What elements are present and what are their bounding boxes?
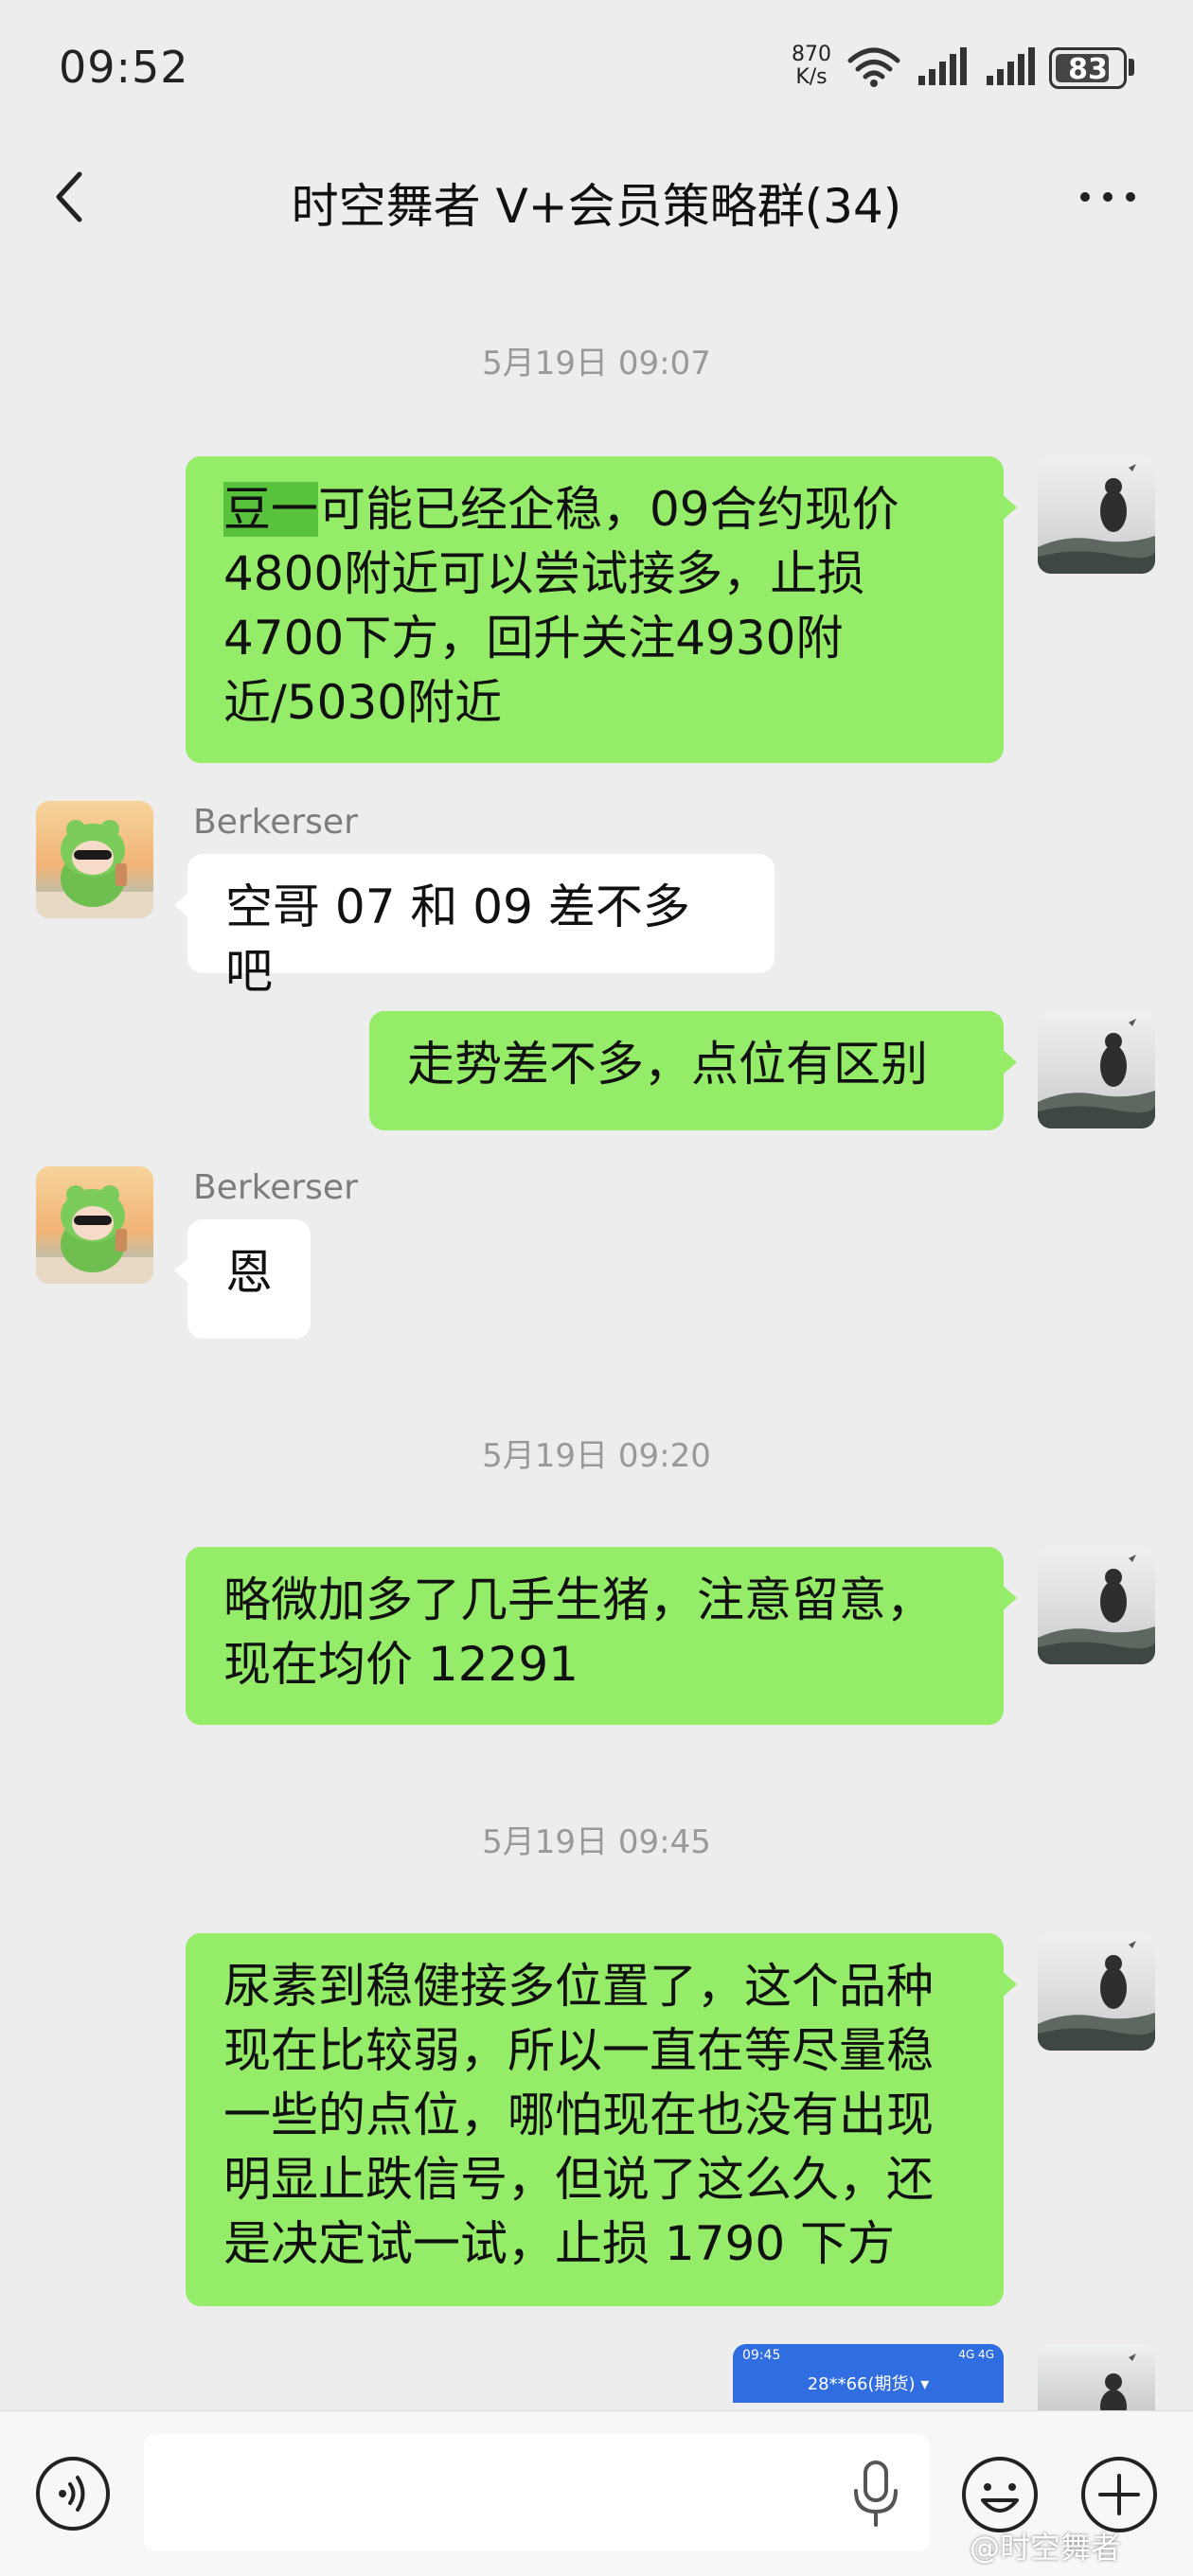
message-bubble[interactable]: 尿素到稳健接多位置了，这个品种 现在比较弱，所以一直在等尽量稳 一些的点位，哪怕… <box>186 1933 1017 2306</box>
image-status-text: 4G 4G <box>958 2348 994 2361</box>
sender-name: Berkerser <box>193 803 358 842</box>
sender-name: Berkerser <box>193 1168 358 1207</box>
status-time: 09:52 <box>59 42 189 93</box>
chat-title: 时空舞者 V+会员策略群(34) <box>291 179 902 234</box>
image-message[interactable]: 09:45 4G 4G 28**66(期货) ▾ <box>733 2344 1004 2403</box>
message-bubble[interactable]: 空哥 07 和 09 差不多吧 <box>174 854 775 999</box>
self-avatar[interactable] <box>1038 1547 1155 1664</box>
chat-header: 时空舞者 V+会员策略群(34) <box>0 133 1193 265</box>
message-text: 略微加多了几手生猪，注意留意， 现在均价 12291 <box>223 1572 934 1692</box>
mic-icon[interactable] <box>843 2455 909 2531</box>
berkerser-avatar[interactable] <box>36 1166 153 1284</box>
message-text: 走势差不多，点位有区别 <box>407 1037 928 1092</box>
network-speed-value: 870 <box>792 43 831 66</box>
chevron-left-icon[interactable] <box>38 163 106 231</box>
message-text: 空哥 07 和 09 差不多吧 <box>225 879 690 999</box>
message-bubble[interactable]: 恩 <box>174 1219 311 1339</box>
signal-icon <box>918 47 967 85</box>
network-speed: 870 K/s <box>792 44 831 89</box>
self-avatar[interactable] <box>1038 1933 1155 2051</box>
image-time-text: 09:45 <box>742 2348 781 2363</box>
berkerser-avatar[interactable] <box>36 801 153 918</box>
network-speed-unit: K/s <box>795 65 828 89</box>
message-text: 尿素到稳健接多位置了，这个品种 现在比较弱，所以一直在等尽量稳 一些的点位，哪怕… <box>223 1959 934 2271</box>
more-dots-icon[interactable] <box>1070 161 1146 233</box>
wifi-icon <box>847 47 900 87</box>
plus-icon[interactable] <box>1079 2455 1159 2534</box>
status-bar: 09:52 870 K/s 83 <box>0 0 1193 133</box>
battery-icon: 83 <box>1049 47 1127 89</box>
message-text: 恩 <box>225 1245 273 1300</box>
emoji-icon[interactable] <box>960 2455 1040 2534</box>
highlighted-text: 豆一 <box>223 482 318 537</box>
watermark: @时空舞者 <box>970 2530 1122 2566</box>
message-bubble[interactable]: 走势差不多，点位有区别 <box>369 1011 1017 1130</box>
message-timestamp: 5月19日 09:07 <box>482 345 711 382</box>
message-input[interactable] <box>144 2434 930 2551</box>
battery-nub <box>1129 59 1134 76</box>
message-timestamp: 5月19日 09:20 <box>482 1437 711 1475</box>
self-avatar[interactable] <box>1038 2344 1155 2410</box>
voice-icon[interactable] <box>34 2455 112 2532</box>
battery-percent: 83 <box>1068 53 1108 86</box>
self-avatar[interactable] <box>1038 1011 1155 1128</box>
message-bubble[interactable]: 豆一可能已经企稳，09合约现价 4800附近可以尝试接多，止损 4700下方，回… <box>186 456 1017 763</box>
message-text: 可能已经企稳，09合约现价 4800附近可以尝试接多，止损 4700下方，回升关… <box>223 482 899 730</box>
self-avatar[interactable] <box>1038 456 1155 574</box>
image-title-text: 28**66(期货) ▾ <box>807 2374 930 2394</box>
message-timestamp: 5月19日 09:45 <box>482 1823 711 1861</box>
signal-icon <box>987 47 1035 85</box>
message-bubble[interactable]: 略微加多了几手生猪，注意留意， 现在均价 12291 <box>186 1547 1017 1725</box>
